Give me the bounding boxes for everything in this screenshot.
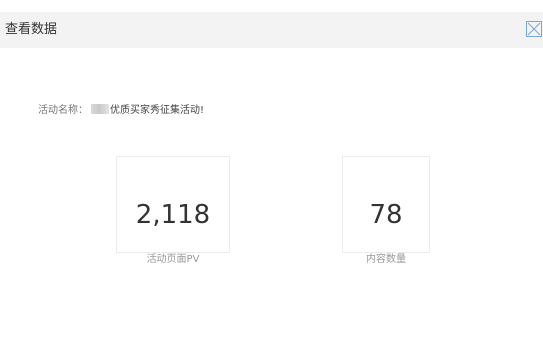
stat-value-pv: 2,118 (135, 200, 211, 230)
redacted-image (91, 104, 109, 114)
stat-card-pv: 2,118 活动页面PV (116, 156, 230, 265)
stat-value-content: 78 (369, 200, 403, 230)
view-data-dialog: 查看数据 活动名称： 优质买家秀征集活动! 2,118 活动页面PV 78 内容数… (0, 0, 543, 351)
activity-name-row: 活动名称： 优质买家秀征集活动! (38, 104, 204, 118)
activity-name-value: 优质买家秀征集活动! (110, 105, 205, 116)
close-icon[interactable] (526, 21, 542, 37)
stat-label-content: 内容数量 (366, 254, 406, 265)
activity-name-label: 活动名称： (38, 105, 88, 116)
stat-label-pv: 活动页面PV (146, 254, 200, 265)
dialog-titlebar: 查看数据 (0, 12, 543, 48)
dialog-title: 查看数据 (5, 22, 58, 37)
stat-card-content: 78 内容数量 (342, 156, 430, 265)
